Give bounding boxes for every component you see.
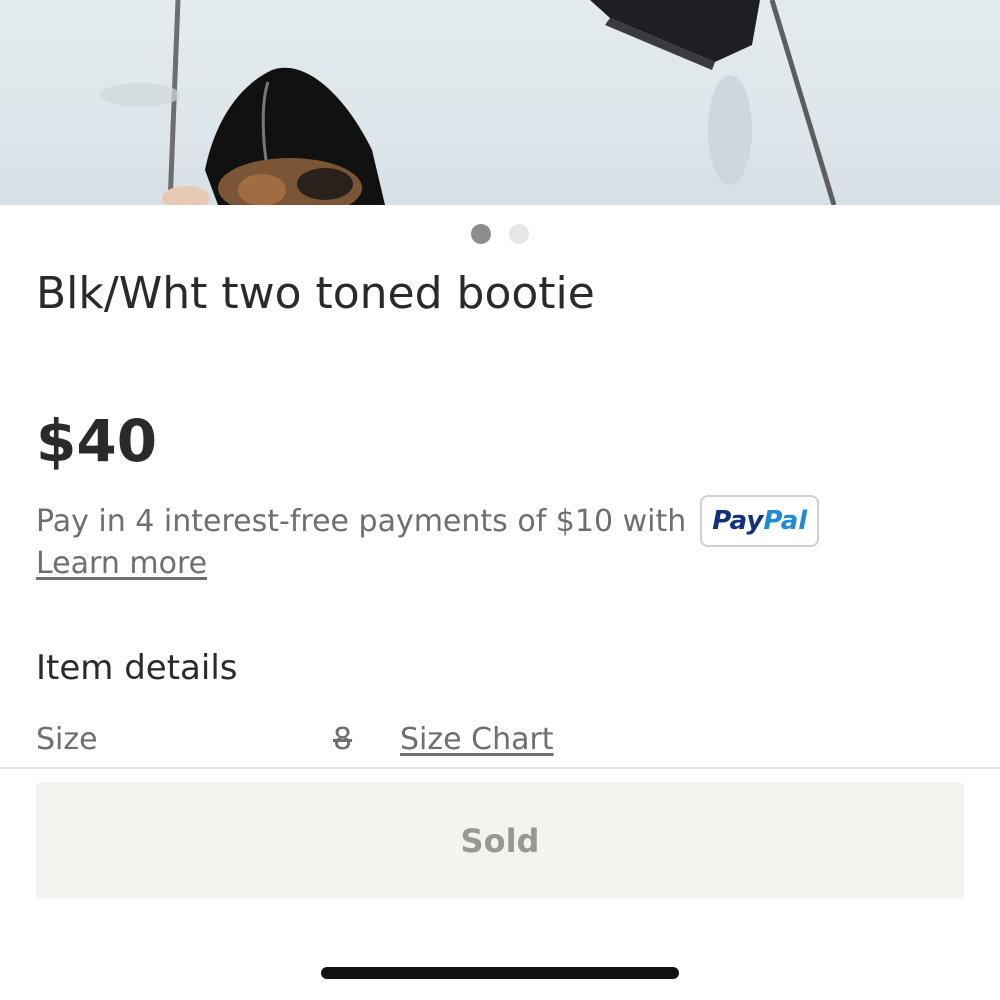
product-photo[interactable] bbox=[0, 0, 1000, 205]
item-details-heading: Item details bbox=[36, 648, 238, 688]
listing-title: Blk/Wht two toned bootie bbox=[36, 268, 595, 319]
home-indicator[interactable] bbox=[321, 967, 679, 979]
size-label: Size bbox=[36, 722, 98, 757]
learn-more-link[interactable]: Learn more bbox=[36, 546, 207, 581]
paypal-badge[interactable]: Pay Pal bbox=[700, 495, 820, 547]
sold-button[interactable]: Sold bbox=[36, 782, 964, 899]
financing-line: Pay in 4 interest-free payments of $10 w… bbox=[36, 495, 820, 547]
image-carousel-dots[interactable] bbox=[0, 224, 1000, 246]
financing-text: Pay in 4 interest-free payments of $10 w… bbox=[36, 503, 687, 539]
carousel-dot-1[interactable] bbox=[471, 224, 491, 244]
divider bbox=[0, 767, 1000, 769]
carousel-dot-2[interactable] bbox=[509, 224, 529, 244]
product-photo-image bbox=[100, 0, 837, 205]
paypal-logo-part2: Pal bbox=[763, 506, 808, 536]
paypal-logo-part1: Pay bbox=[712, 506, 764, 536]
size-value: 8 bbox=[333, 722, 353, 757]
listing-price: $40 bbox=[36, 407, 158, 475]
size-chart-link[interactable]: Size Chart bbox=[400, 722, 554, 757]
